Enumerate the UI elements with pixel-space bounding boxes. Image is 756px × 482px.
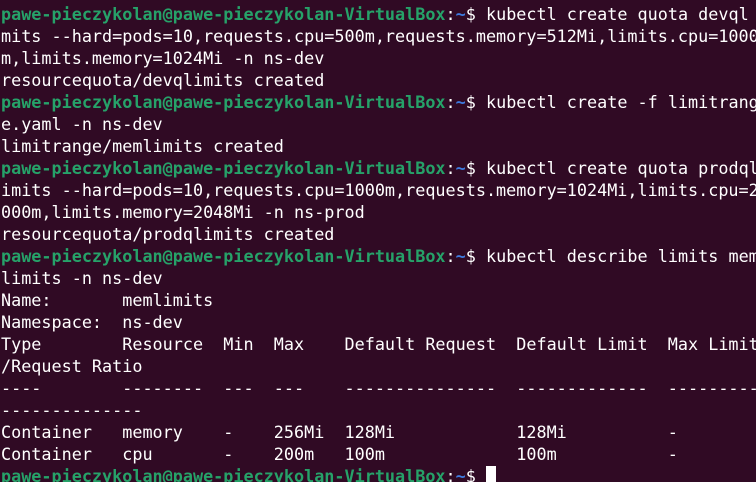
prompt-suffix: $: [465, 4, 486, 24]
output-line: Name: memlimits: [1, 290, 214, 310]
output-line: limitrange/memlimits created: [1, 136, 284, 156]
prompt-path: ~: [455, 158, 466, 178]
terminal-window[interactable]: pawe-pieczykolan@pawe-pieczykolan-Virtua…: [0, 0, 756, 482]
prompt-suffix: $: [465, 158, 486, 178]
active-prompt-line[interactable]: pawe-pieczykolan@pawe-pieczykolan-Virtua…: [1, 465, 756, 482]
prompt-line: pawe-pieczykolan@pawe-pieczykolan-Virtua…: [1, 91, 756, 113]
command-continuation: limits -n ns-dev: [1, 268, 163, 288]
table-row: Container cpu - 200m 100m 100m -: [1, 444, 678, 464]
prompt-path: ~: [455, 466, 466, 482]
prompt-user-host: pawe-pieczykolan@pawe-pieczykolan-Virtua…: [1, 4, 446, 24]
prompt-suffix: $: [465, 466, 486, 482]
command-text: kubectl describe limits mem: [485, 246, 756, 266]
command-continuation: 000m,limits.memory=2048Mi -n ns-prod: [1, 202, 365, 222]
table-divider: --------------: [1, 400, 143, 420]
prompt-suffix: $: [465, 92, 486, 112]
prompt-path: ~: [455, 4, 466, 24]
prompt-separator: :: [445, 158, 456, 178]
prompt-line: pawe-pieczykolan@pawe-pieczykolan-Virtua…: [1, 157, 756, 179]
prompt-separator: :: [445, 92, 456, 112]
prompt-path: ~: [455, 246, 466, 266]
output-line: resourcequota/devqlimits created: [1, 70, 325, 90]
prompt-separator: :: [445, 4, 456, 24]
command-continuation: e.yaml -n ns-dev: [1, 114, 163, 134]
command-text: kubectl create quota devql: [485, 4, 749, 24]
table-header: Type Resource Min Max Default Request De…: [1, 334, 756, 354]
prompt-user-host: pawe-pieczykolan@pawe-pieczykolan-Virtua…: [1, 246, 446, 266]
prompt-line: pawe-pieczykolan@pawe-pieczykolan-Virtua…: [1, 245, 756, 267]
command-text: kubectl create -f limitrang: [485, 92, 756, 112]
prompt-line: pawe-pieczykolan@pawe-pieczykolan-Virtua…: [1, 3, 756, 25]
prompt-user-host: pawe-pieczykolan@pawe-pieczykolan-Virtua…: [1, 466, 446, 482]
output-line: resourcequota/prodqlimits created: [1, 224, 335, 244]
table-row: Container memory - 256Mi 128Mi 128Mi -: [1, 422, 678, 442]
command-text: kubectl create quota prodql: [485, 158, 756, 178]
prompt-separator: :: [445, 246, 456, 266]
prompt-separator: :: [445, 466, 456, 482]
command-continuation: m,limits.memory=1024Mi -n ns-dev: [1, 48, 325, 68]
prompt-suffix: $: [465, 246, 486, 266]
output-line: Namespace: ns-dev: [1, 312, 183, 332]
text-cursor[interactable]: [485, 466, 496, 482]
table-divider: ---- -------- --- --- --------------- --…: [1, 378, 756, 398]
prompt-user-host: pawe-pieczykolan@pawe-pieczykolan-Virtua…: [1, 92, 446, 112]
prompt-path: ~: [455, 92, 466, 112]
table-header: /Request Ratio: [1, 356, 143, 376]
prompt-user-host: pawe-pieczykolan@pawe-pieczykolan-Virtua…: [1, 158, 446, 178]
command-continuation: mits --hard=pods=10,requests.cpu=500m,re…: [1, 26, 756, 46]
command-continuation: imits --hard=pods=10,requests.cpu=1000m,…: [1, 180, 756, 200]
